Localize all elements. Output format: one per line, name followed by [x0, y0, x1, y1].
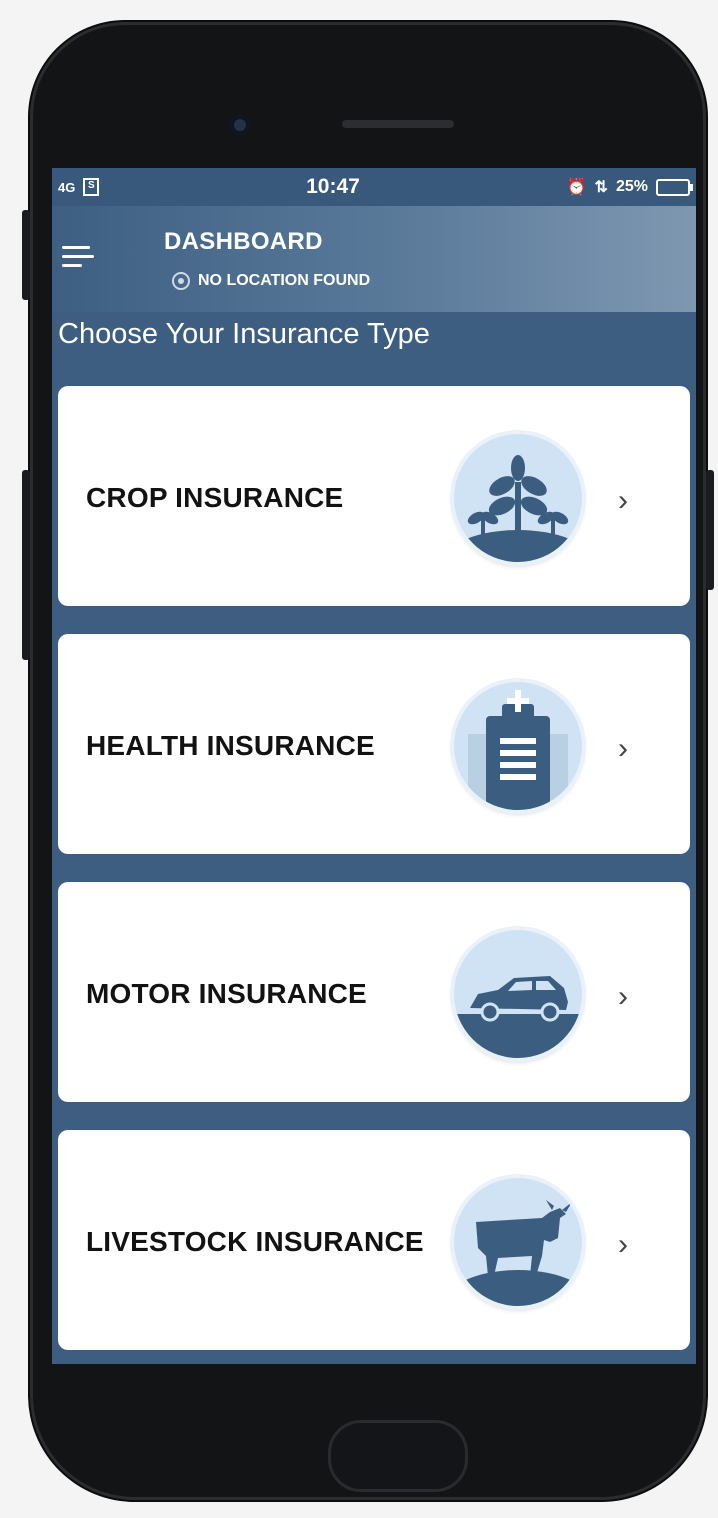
- card-label: MOTOR INSURANCE: [86, 978, 367, 1009]
- medical-kit-icon: [454, 682, 582, 810]
- power-button: [706, 470, 714, 590]
- signal-icon: 4G: [58, 179, 76, 195]
- location-icon: [172, 272, 190, 290]
- card-label: LIVESTOCK INSURANCE: [86, 1226, 424, 1257]
- battery-percent: 25%: [615, 178, 648, 195]
- chevron-right-icon: ›: [618, 980, 628, 1013]
- alert-slider: [22, 210, 30, 300]
- crop-insurance-card[interactable]: CROP INSURANCE ›: [58, 386, 690, 606]
- cow-icon: [454, 1178, 582, 1306]
- battery-icon: [655, 178, 693, 196]
- chevron-right-icon: ›: [618, 1228, 628, 1261]
- front-camera: [230, 115, 250, 135]
- home-button[interactable]: [328, 1420, 468, 1492]
- card-label: CROP INSURANCE: [86, 482, 344, 513]
- health-insurance-card[interactable]: HEALTH INSURANCE ›: [58, 634, 690, 854]
- data-icon: ⇅: [594, 179, 608, 196]
- menu-icon[interactable]: [62, 242, 94, 272]
- location-status[interactable]: NO LOCATION FOUND: [172, 272, 370, 290]
- chevron-right-icon: ›: [618, 484, 628, 517]
- status-time: 10:47: [306, 175, 360, 198]
- plant-icon: [454, 434, 582, 562]
- chevron-right-icon: ›: [618, 732, 628, 765]
- motor-insurance-card[interactable]: MOTOR INSURANCE ›: [58, 882, 690, 1102]
- app-screen: 4G S 10:47 ⏰ ⇅ 25% DASHBOARD NO LOCATION…: [52, 168, 696, 1364]
- earpiece-speaker: [342, 120, 454, 128]
- section-title: Choose Your Insurance Type: [52, 312, 696, 356]
- card-label: HEALTH INSURANCE: [86, 730, 375, 761]
- insurance-list: CROP INSURANCE › HEALTH INSURANCE › MOTO…: [52, 356, 696, 1364]
- alarm-icon: ⏰: [566, 179, 587, 196]
- app-bar: DASHBOARD NO LOCATION FOUND: [52, 206, 696, 312]
- volume-button: [22, 470, 30, 660]
- car-icon: [454, 930, 582, 1058]
- sim-icon: S: [83, 178, 100, 196]
- page-title: DASHBOARD: [164, 228, 323, 255]
- location-text: NO LOCATION FOUND: [198, 272, 371, 289]
- status-bar: 4G S 10:47 ⏰ ⇅ 25%: [52, 168, 696, 206]
- livestock-insurance-card[interactable]: LIVESTOCK INSURANCE ›: [58, 1130, 690, 1350]
